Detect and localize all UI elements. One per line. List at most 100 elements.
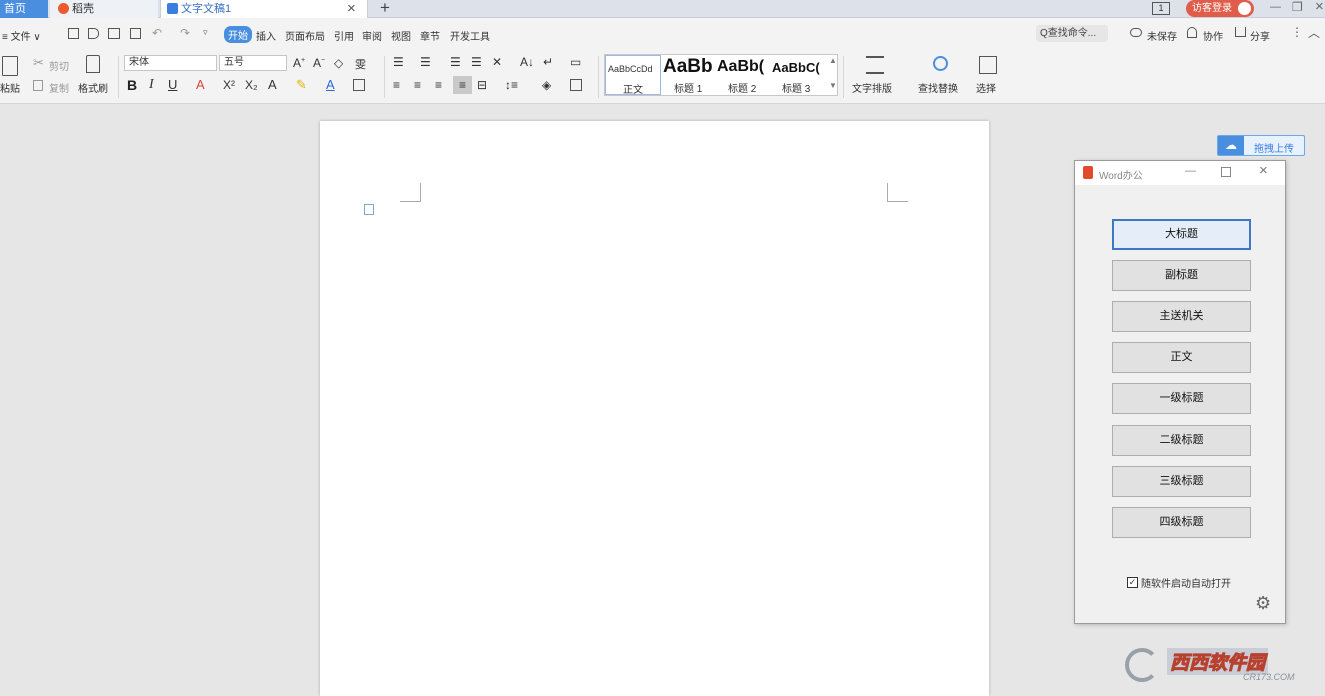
select-icon[interactable]: [979, 56, 997, 74]
tab-document[interactable]: 文字文稿1 ×: [160, 0, 368, 18]
recipient-org-button[interactable]: 主送机关: [1112, 301, 1251, 332]
quick-access-dropdown-icon[interactable]: ▿: [203, 27, 208, 38]
undo-icon[interactable]: ↶: [152, 26, 162, 40]
table-tools-icon[interactable]: ▭: [570, 55, 581, 69]
panel-maximize-button[interactable]: [1221, 167, 1231, 177]
export-icon[interactable]: [88, 28, 99, 39]
tab-developer[interactable]: 开发工具: [450, 28, 490, 43]
level1-heading-button[interactable]: 一级标题: [1112, 383, 1251, 414]
tab-chapter[interactable]: 章节: [420, 28, 440, 43]
level3-heading-button[interactable]: 三级标题: [1112, 466, 1251, 497]
page-count-icon[interactable]: 1: [1152, 2, 1170, 15]
drag-upload-button[interactable]: ☁ 拖拽上传: [1217, 135, 1305, 156]
align-right-icon[interactable]: ≡: [435, 78, 442, 92]
line-spacing-icon[interactable]: ↕≡: [505, 78, 518, 92]
text-layout-button[interactable]: 文字排版: [852, 80, 892, 95]
paragraph-options-icon[interactable]: [364, 204, 374, 215]
close-window-button[interactable]: ×: [1315, 0, 1324, 15]
copy-icon[interactable]: [33, 80, 43, 91]
login-button[interactable]: 访客登录: [1186, 0, 1254, 17]
style-scroll-up-icon[interactable]: ▲: [829, 56, 837, 65]
print-icon[interactable]: [108, 28, 120, 39]
underline-button[interactable]: U: [168, 77, 177, 92]
autostart-checkbox[interactable]: ✓: [1127, 577, 1138, 588]
redo-icon[interactable]: ↷: [180, 26, 190, 40]
level2-heading-button[interactable]: 二级标题: [1112, 425, 1251, 456]
minimize-button[interactable]: —: [1270, 1, 1281, 13]
tab-insert[interactable]: 插入: [256, 28, 276, 43]
file-menu[interactable]: ≡ 文件 ∨: [2, 28, 41, 43]
align-left-icon[interactable]: ≡: [393, 78, 400, 92]
document-page[interactable]: [320, 121, 989, 696]
style-heading3[interactable]: AaBbC( 标题 3: [772, 55, 828, 95]
justify-icon[interactable]: ≡: [453, 76, 472, 94]
highlight-icon[interactable]: ✎: [296, 77, 307, 93]
panel-close-button[interactable]: ×: [1259, 162, 1268, 179]
decrease-indent-icon[interactable]: ☰: [450, 55, 461, 69]
panel-minimize-button[interactable]: —: [1185, 165, 1196, 177]
phonetic-icon[interactable]: 雯: [355, 56, 366, 72]
main-title-button[interactable]: 大标题: [1112, 219, 1251, 250]
print-preview-icon[interactable]: [130, 28, 141, 39]
bold-button[interactable]: B: [127, 77, 137, 93]
find-replace-button[interactable]: 查找替换: [918, 80, 958, 95]
tab-view[interactable]: 视图: [391, 28, 411, 43]
select-button[interactable]: 选择: [976, 80, 996, 95]
tab-start[interactable]: 开始: [224, 26, 252, 43]
tab-page-layout[interactable]: 页面布局: [285, 28, 325, 43]
more-icon[interactable]: ⋮: [1291, 25, 1303, 39]
style-more-icon[interactable]: ▼: [829, 81, 837, 90]
scissors-icon[interactable]: ✂: [33, 55, 44, 71]
font-size-select[interactable]: 五号: [219, 55, 287, 71]
tab-home[interactable]: 首页: [0, 0, 48, 18]
format-painter-label[interactable]: 格式刷: [78, 80, 108, 95]
paste-label[interactable]: 粘贴: [0, 80, 20, 95]
grow-font-icon[interactable]: A+: [293, 56, 305, 70]
text-layout-icon[interactable]: [866, 56, 884, 74]
restore-button[interactable]: ❐: [1292, 0, 1303, 14]
align-center-icon[interactable]: ≡: [414, 78, 421, 92]
settings-gear-icon[interactable]: ⚙: [1255, 593, 1271, 614]
command-search[interactable]: Q查找命令...: [1036, 25, 1108, 42]
cut-label[interactable]: 剪切: [49, 58, 69, 73]
tab-daoke[interactable]: 稻壳: [50, 0, 158, 18]
subtitle-button[interactable]: 副标题: [1112, 260, 1251, 291]
distribute-icon[interactable]: ⊟: [477, 78, 487, 92]
chinese-layout-icon[interactable]: ✕: [492, 55, 502, 69]
format-painter-icon[interactable]: [86, 55, 100, 73]
body-text-button[interactable]: 正文: [1112, 342, 1251, 373]
font-color-icon[interactable]: A: [326, 77, 335, 92]
char-border-icon[interactable]: [353, 79, 365, 91]
borders-icon[interactable]: [570, 79, 582, 91]
tab-review[interactable]: 审阅: [362, 28, 382, 43]
sort-icon[interactable]: A↓: [520, 55, 534, 69]
search-icon[interactable]: [933, 56, 948, 71]
numbering-icon[interactable]: ☰: [420, 55, 431, 69]
style-heading2[interactable]: AaBb( 标题 2: [717, 55, 773, 95]
shrink-font-icon[interactable]: A−: [313, 56, 325, 70]
text-effect-icon[interactable]: A: [268, 77, 277, 92]
unsaved-status[interactable]: 未保存: [1147, 28, 1177, 43]
superscript-button[interactable]: X²: [223, 78, 235, 92]
copy-label[interactable]: 复制: [49, 80, 69, 95]
subscript-button[interactable]: X₂: [245, 78, 258, 92]
style-normal[interactable]: AaBbCcDd 正文: [605, 55, 661, 96]
font-name-select[interactable]: 宋体: [124, 55, 217, 71]
collab-button[interactable]: 协作: [1203, 28, 1223, 43]
tab-close-icon[interactable]: ×: [347, 0, 356, 18]
style-heading1[interactable]: AaBb 标题 1: [663, 55, 717, 95]
italic-button[interactable]: I: [149, 77, 154, 93]
clear-format-icon[interactable]: ◇: [334, 56, 343, 70]
show-marks-icon[interactable]: ↵: [543, 55, 553, 69]
collapse-ribbon-icon[interactable]: ︿: [1308, 24, 1320, 41]
tab-references[interactable]: 引用: [334, 28, 354, 43]
paste-icon[interactable]: [2, 56, 18, 76]
bullets-icon[interactable]: ☰: [393, 55, 404, 69]
share-button[interactable]: 分享: [1250, 28, 1270, 43]
shading-icon[interactable]: ◈: [542, 78, 551, 92]
level4-heading-button[interactable]: 四级标题: [1112, 507, 1251, 538]
save-icon[interactable]: [68, 28, 79, 39]
increase-indent-icon[interactable]: ☰: [471, 55, 482, 69]
new-tab-button[interactable]: +: [380, 0, 390, 18]
strikethrough-button[interactable]: A: [196, 77, 205, 92]
